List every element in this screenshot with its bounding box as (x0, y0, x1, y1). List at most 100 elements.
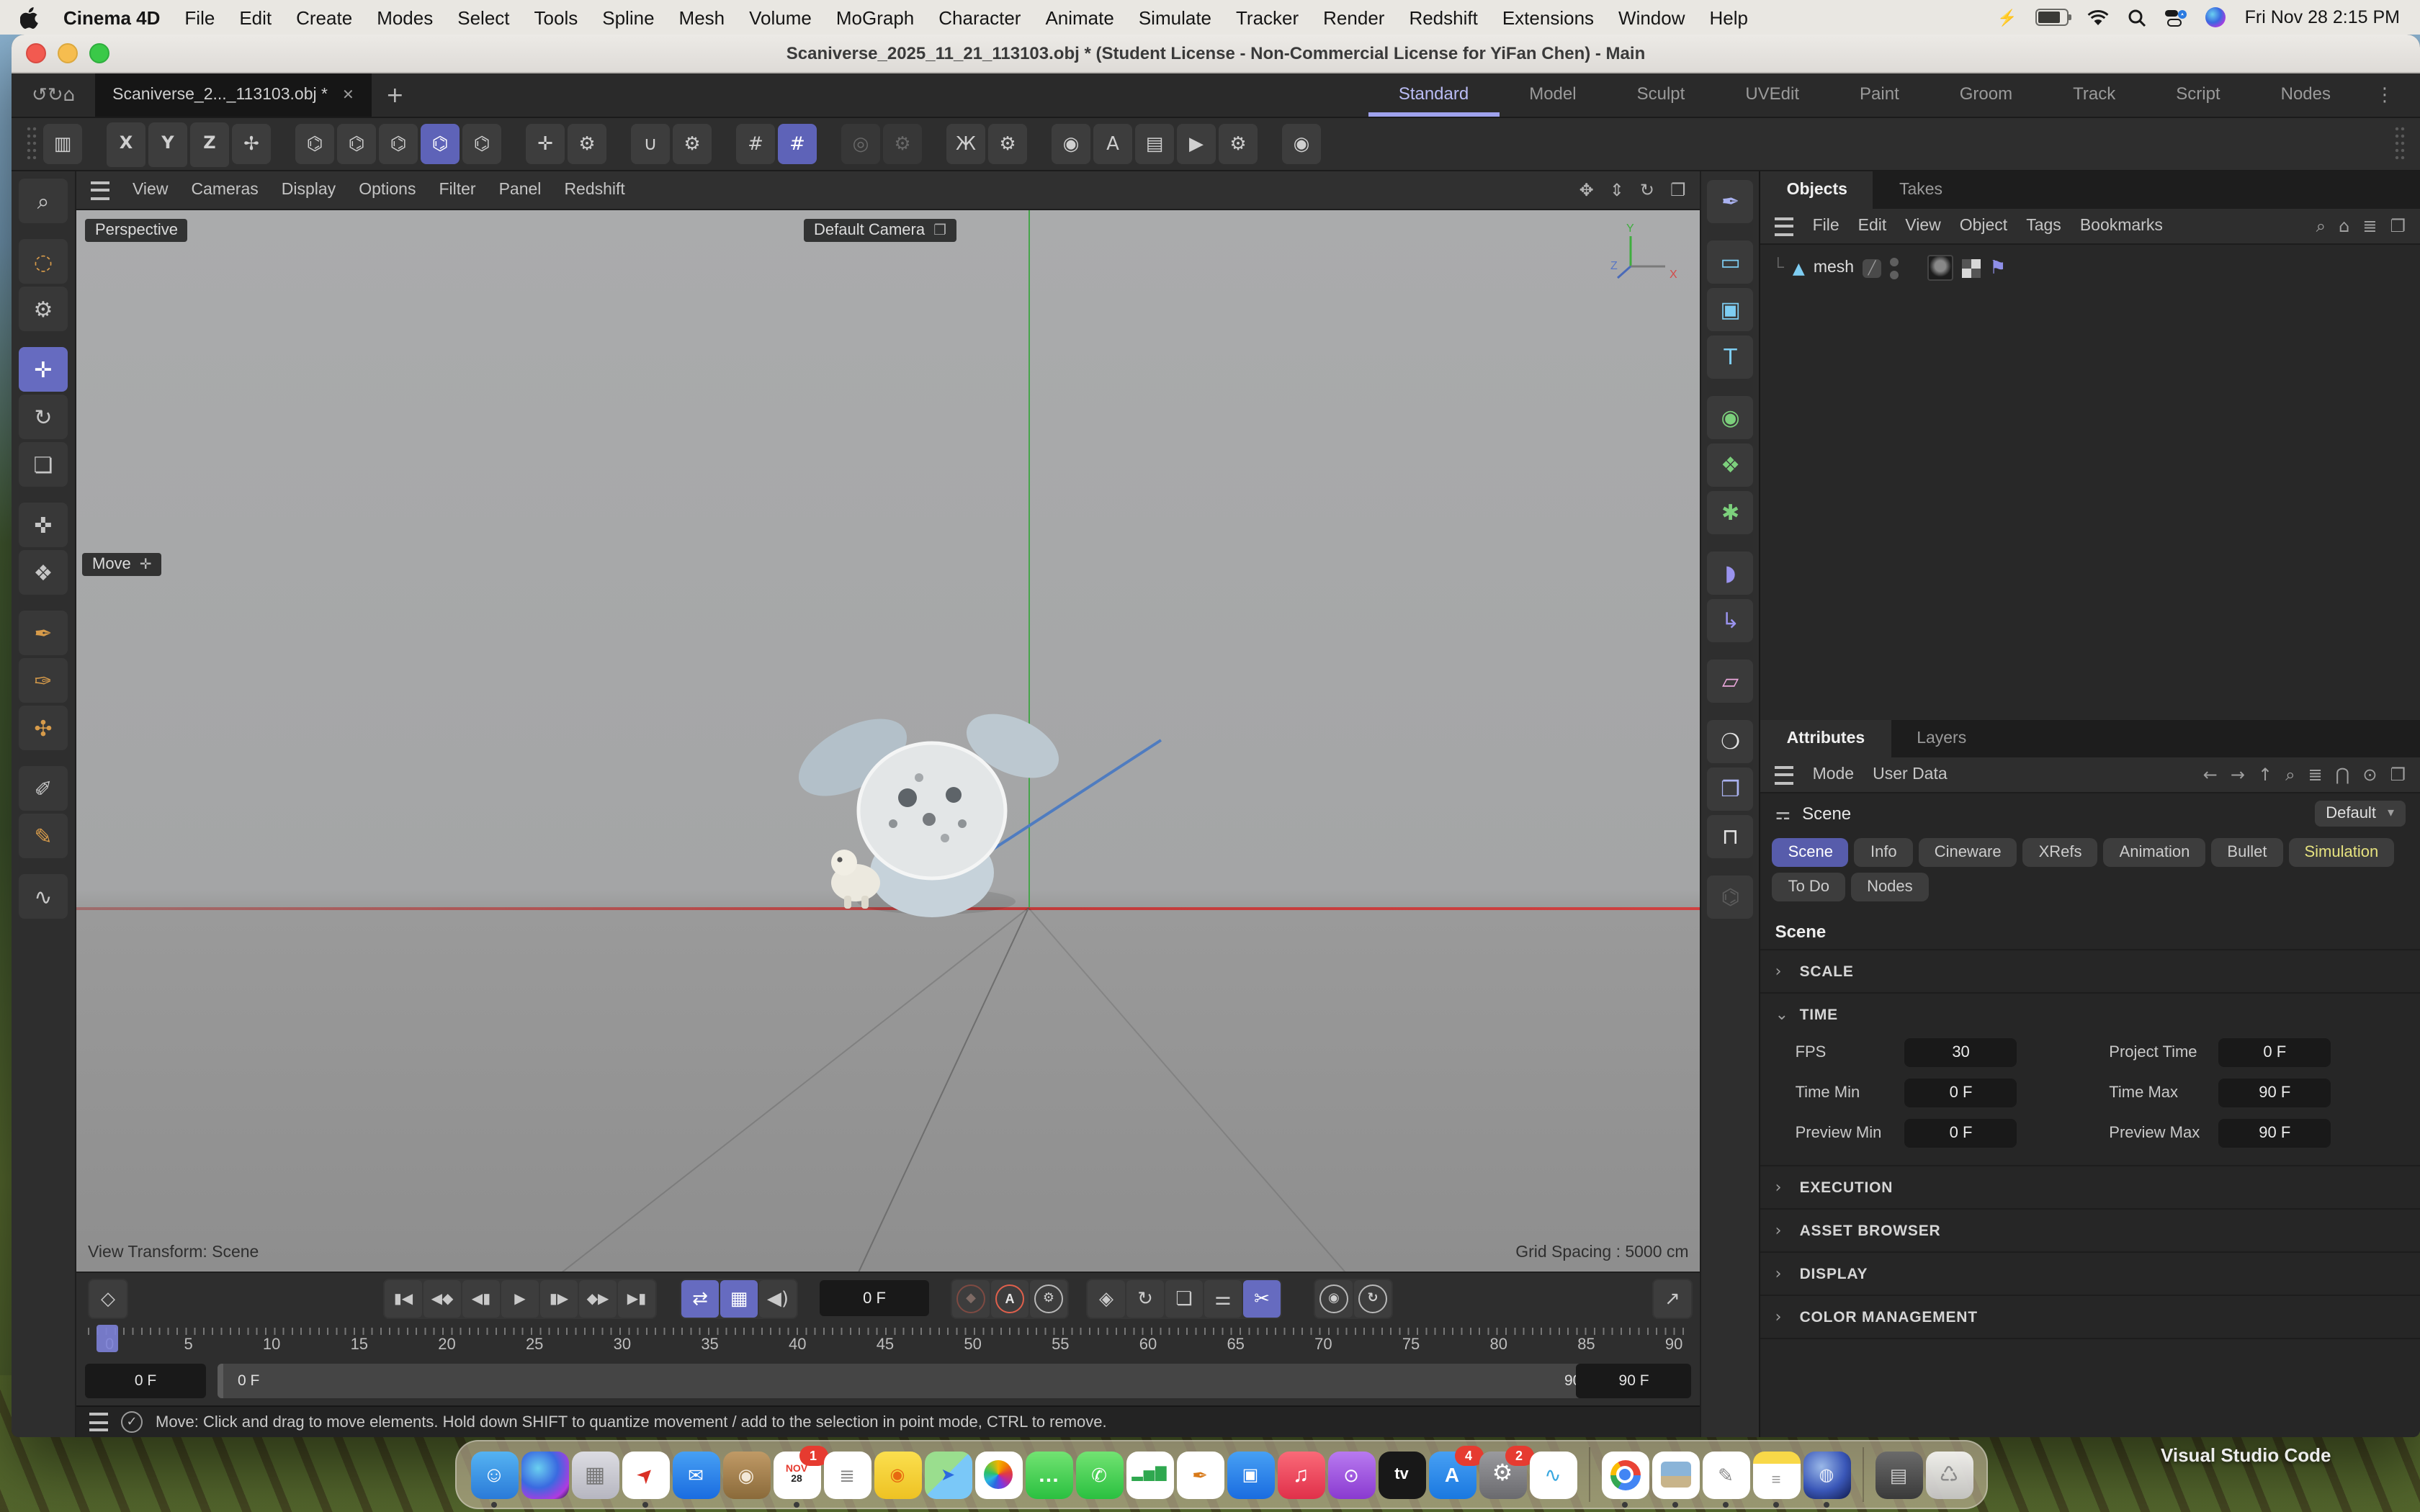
field-value[interactable]: 0 F (1905, 1119, 2017, 1148)
window-titlebar[interactable]: Scaniverse_2025_11_21_113103.obj * (Stud… (12, 35, 2420, 73)
menubar-item[interactable]: Edit (239, 6, 272, 28)
viewport-menu-item[interactable]: Filter (439, 181, 475, 199)
close-window-button[interactable] (26, 43, 46, 63)
wifi-icon[interactable] (2088, 9, 2110, 25)
attribute-tab-chip[interactable]: Bullet (2211, 838, 2282, 867)
menubar-item[interactable]: Tools (534, 6, 578, 28)
preview-range-button[interactable]: ▦ (720, 1280, 758, 1318)
play-button[interactable]: ▶ (501, 1280, 539, 1318)
siri-icon[interactable] (2206, 7, 2226, 27)
viewport-menu-item[interactable]: Display (282, 181, 336, 199)
menubar-item[interactable]: Spline (602, 6, 654, 28)
axis-y-button[interactable]: Y (148, 122, 187, 166)
gem-tool-5-icon[interactable]: ⌬ (462, 124, 501, 164)
attribute-tab-chip[interactable]: Animation (2104, 838, 2206, 867)
menubar-item[interactable]: Simulate (1139, 6, 1211, 28)
layout-tab[interactable]: Nodes (2251, 73, 2361, 117)
layout-tab[interactable]: Script (2146, 73, 2250, 117)
dock-finder[interactable]: ☺ (470, 1451, 518, 1498)
layout-tab[interactable]: Standard (1368, 73, 1499, 117)
spotlight-search-icon[interactable] (2128, 8, 2147, 27)
polygon-pen-tool-button[interactable]: ✣ (19, 706, 68, 750)
lock-icon[interactable]: ⋂ (2336, 764, 2350, 786)
manager-tab[interactable]: Objects (1761, 171, 1873, 209)
desktop-icon-label-vscode[interactable]: Visual Studio Code (2161, 1444, 2331, 1466)
menubar-item[interactable]: Tracker (1236, 6, 1299, 28)
back-icon[interactable]: ← (2203, 764, 2218, 786)
dock-trash[interactable]: ♺ (1925, 1451, 1973, 1498)
dock-safari[interactable]: ➤ (622, 1451, 669, 1498)
viewport-menu-item[interactable]: Cameras (191, 181, 258, 199)
rotate-tool-button[interactable]: ↻ (19, 395, 68, 439)
manager-tab[interactable]: Attributes (1761, 720, 1891, 757)
dock-separator[interactable] (1862, 1447, 1863, 1502)
symmetry-button[interactable]: Ж (946, 124, 985, 164)
new-tab-button[interactable]: + (386, 82, 404, 108)
field-value[interactable]: 90 F (2218, 1079, 2331, 1107)
menubar-item[interactable]: Create (296, 6, 352, 28)
field-value[interactable]: 0 F (2218, 1038, 2331, 1067)
key-parameter-button[interactable]: ⚌ (1204, 1280, 1242, 1318)
material-manager-button[interactable]: ◉ (1282, 124, 1321, 164)
render-view-button[interactable]: ▤ (1135, 124, 1174, 164)
menubar-item[interactable]: Window (1618, 6, 1685, 28)
field-icon[interactable]: ◉ (1708, 396, 1754, 439)
prev-key-button[interactable]: ◀◆ (424, 1280, 461, 1318)
key-filter-button[interactable]: ✂ (1243, 1280, 1281, 1318)
spline-smooth-tool-button[interactable]: ∿ (19, 874, 68, 919)
dock-music[interactable]: ♫ (1277, 1451, 1325, 1498)
objects-menu-icon[interactable] (1775, 217, 1794, 235)
attributes-menu-icon[interactable] (1775, 765, 1794, 784)
home-icon[interactable]: ⌂ (2339, 215, 2349, 237)
grid-button[interactable]: # (736, 124, 775, 164)
forward-icon[interactable]: → (2231, 764, 2245, 786)
dock-keynote[interactable]: ▣ (1227, 1451, 1274, 1498)
snap-settings-button[interactable]: ⚙ (673, 124, 712, 164)
key-position-button[interactable]: ◈ (1088, 1280, 1125, 1318)
xpresso-icon[interactable]: ▱ (1708, 660, 1754, 703)
menubar-item[interactable]: Extensions (1502, 6, 1594, 28)
workplane-button[interactable]: ✛ (526, 124, 565, 164)
attribute-tab-chip[interactable]: XRefs (2023, 838, 2098, 867)
menubar-item[interactable]: Animate (1045, 6, 1113, 28)
null-object-icon[interactable]: ↳ (1708, 599, 1754, 642)
attribute-tab-chip[interactable]: To Do (1773, 873, 1846, 901)
dock-tv[interactable]: tv (1378, 1451, 1425, 1498)
dock-textedit[interactable]: ✎ (1702, 1451, 1749, 1498)
line-cut-tool-button[interactable]: ✎ (19, 814, 68, 858)
dock-chrome[interactable] (1601, 1451, 1649, 1498)
viewport-3d[interactable]: Perspective Default Camera ❐ Move ✛ (76, 210, 1700, 1272)
viewport-menu-item[interactable]: Panel (499, 181, 542, 199)
dolly-view-icon[interactable]: ⇕ (1610, 180, 1624, 200)
motext-icon[interactable]: T (1708, 336, 1754, 379)
layout-tab[interactable]: Groom (1930, 73, 2043, 117)
menubar-item[interactable]: Redshift (1409, 6, 1477, 28)
redo-icon[interactable]: ↻ (48, 84, 63, 106)
collapsed-section[interactable]: › EXECUTION (1761, 1165, 2420, 1208)
camera-swap-icon[interactable]: ❐ (933, 222, 946, 238)
primitive-cube-icon[interactable]: ▣ (1708, 288, 1754, 331)
menubar-app-name[interactable]: Cinema 4D (63, 6, 160, 28)
attributes-menu-item[interactable]: Mode (1813, 766, 1855, 783)
render-settings-button[interactable]: ⚙ (1219, 124, 1258, 164)
object-row-mesh[interactable]: └ ▲ mesh ╱ ⚑ (1773, 255, 2408, 281)
close-tab-icon[interactable]: ✕ (342, 87, 354, 103)
keyframe-diamond-icon[interactable]: ◇ (89, 1280, 127, 1318)
field-value[interactable]: 90 F (2218, 1119, 2331, 1148)
dock-siri[interactable] (521, 1451, 568, 1498)
dock-cinema4d[interactable]: ◍ (1803, 1451, 1850, 1498)
isolate-view-button[interactable]: ◉ (1052, 124, 1090, 164)
dock-freeform[interactable]: ∿ (1529, 1451, 1577, 1498)
status-menu-icon[interactable] (89, 1413, 108, 1431)
search-icon[interactable]: ⌕ (2285, 764, 2295, 786)
dock-notes[interactable]: ≡ (1752, 1451, 1800, 1498)
gem-tool-2-icon[interactable]: ⌬ (337, 124, 376, 164)
plush-toy-model[interactable] (792, 685, 1073, 923)
goto-start-button[interactable]: ▮◀ (385, 1280, 422, 1318)
axis-z-button[interactable]: Z (190, 122, 229, 166)
toolbar-drag-handle[interactable] (26, 125, 37, 163)
menubar-item[interactable]: Mesh (679, 6, 725, 28)
audio-toggle-button[interactable]: ◀) (759, 1280, 797, 1318)
battery-icon[interactable] (2036, 9, 2069, 26)
attribute-tab-chip[interactable]: Info (1855, 838, 1913, 867)
